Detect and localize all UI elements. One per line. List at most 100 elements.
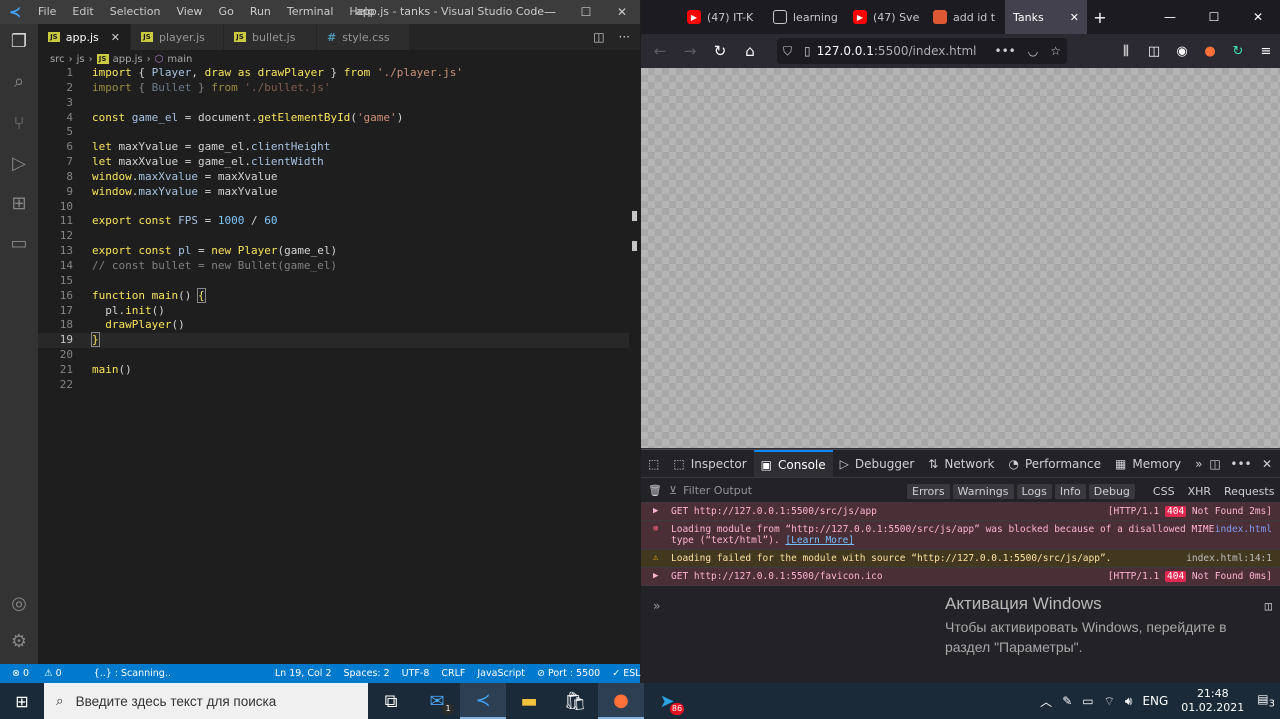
filter-css-button[interactable]: CSS <box>1148 484 1180 499</box>
account-icon[interactable]: ◉ <box>1168 44 1196 59</box>
filter-output-input[interactable]: ⊻ Filter Output <box>669 484 752 497</box>
status-live-server-port[interactable]: ⊘ Port : 5500 <box>531 668 606 679</box>
tab-style-css[interactable]: # style.css <box>317 24 410 50</box>
browser-tab[interactable]: learning <box>765 0 845 34</box>
dock-icon[interactable]: ◫ <box>1202 457 1228 471</box>
tray-chevron-up-icon[interactable]: ︿ <box>1035 693 1057 710</box>
minimize-icon[interactable]: — <box>532 0 568 24</box>
close-devtools-icon[interactable]: ✕ <box>1254 457 1280 471</box>
expand-triangle-icon[interactable]: ▶ <box>653 506 658 516</box>
maximize-icon[interactable]: ☐ <box>568 0 604 24</box>
clear-console-trash-icon[interactable]: 🗑︎ <box>641 484 669 497</box>
clock[interactable]: 21:48 01.02.2021 <box>1173 687 1252 715</box>
sidebar-icon[interactable]: ◫ <box>1140 44 1168 59</box>
editor-mode-icon[interactable]: ◫ <box>1265 599 1272 613</box>
source-control-icon[interactable]: ⑂ <box>7 112 31 136</box>
tab-player-js[interactable]: JS player.js <box>131 24 224 50</box>
tab-console[interactable]: ▣ Console <box>753 449 833 478</box>
menu-terminal[interactable]: Terminal <box>279 0 342 24</box>
taskbar-search-box[interactable]: ⌕ Введите здесь текст для поиска <box>44 683 368 719</box>
home-icon[interactable]: ⌂ <box>735 42 765 60</box>
explorer-icon[interactable]: ❐ <box>7 30 31 54</box>
new-tab-icon[interactable]: + <box>1087 8 1113 27</box>
console-message[interactable]: ▶ GET http://127.0.0.1:5500/favicon.ico … <box>641 568 1280 586</box>
volume-icon[interactable]: 🔊︎ <box>1120 694 1138 709</box>
tab-debugger[interactable]: ▷ Debugger <box>833 450 922 478</box>
page-info-icon[interactable]: ▯ <box>804 44 811 58</box>
library-icon[interactable]: ⫼ <box>1112 44 1140 59</box>
console-message[interactable]: ▶ GET http://127.0.0.1:5500/src/js/app [… <box>641 503 1280 521</box>
task-view-icon[interactable]: ⧉ <box>368 683 414 719</box>
source-link[interactable]: index.html:14:1 <box>1186 553 1272 564</box>
telegram-icon[interactable]: ➤ 86 <box>644 683 690 719</box>
breadcrumb-js[interactable]: js <box>77 54 85 65</box>
filter-info-button[interactable]: Info <box>1054 483 1086 499</box>
code-editor[interactable]: 1 import { Player, draw as drawPlayer } f… <box>38 66 630 660</box>
tab-memory[interactable]: ▦ Memory <box>1108 450 1188 478</box>
mail-app-icon[interactable]: ✉ 1 <box>414 683 460 719</box>
close-icon[interactable]: ✕ <box>604 0 640 24</box>
status-indentation[interactable]: Spaces: 2 <box>338 668 396 679</box>
bookmark-star-icon[interactable]: ☆ <box>1050 44 1061 58</box>
status-scanning[interactable]: {..} : Scanning.. <box>88 668 177 679</box>
menu-view[interactable]: View <box>168 0 210 24</box>
store-icon[interactable]: 🛍︎ <box>552 683 598 719</box>
breadcrumb-file[interactable]: app.js <box>113 54 143 65</box>
url-bar[interactable]: ⛉ ▯ 127.0.0.1:5500/index.html ••• ◡ ☆ <box>777 38 1067 64</box>
settings-gear-icon[interactable]: ⚙ <box>7 630 31 654</box>
tab-performance[interactable]: ◔ Performance <box>1001 450 1108 478</box>
browser-tab-active[interactable]: Tanks ✕ <box>1005 0 1087 34</box>
page-actions-icon[interactable]: ••• <box>995 44 1016 58</box>
editor-scrollbar[interactable] <box>629 66 640 660</box>
game-canvas[interactable] <box>641 68 1280 448</box>
learn-more-link[interactable]: [Learn More] <box>785 535 854 546</box>
breadcrumb-symbol[interactable]: main <box>167 54 192 65</box>
forward-arrow-icon[interactable]: → <box>675 42 705 60</box>
filter-errors-button[interactable]: Errors <box>907 483 950 499</box>
battery-icon[interactable]: ▭ <box>1077 694 1098 708</box>
status-eol[interactable]: CRLF <box>435 668 471 679</box>
menu-selection[interactable]: Selection <box>102 0 169 24</box>
status-problems[interactable]: ⊗ 0 ⚠ 0 <box>0 668 74 679</box>
tracking-shield-icon[interactable]: ⛉ <box>783 44 792 59</box>
extension-icon[interactable]: ↻ <box>1224 44 1252 59</box>
browser-tab[interactable]: ▶ (47) Sve <box>845 0 925 34</box>
reload-icon[interactable]: ↻ <box>705 42 735 60</box>
expand-triangle-icon[interactable]: ▶ <box>653 571 658 581</box>
tab-app-js[interactable]: JS app.js ✕ <box>38 24 131 50</box>
action-center-icon[interactable]: ▤3 <box>1252 692 1280 709</box>
language-indicator[interactable]: ENG <box>1137 694 1173 708</box>
windows-start-icon[interactable]: ⊞ <box>0 683 44 719</box>
more-options-icon[interactable]: ••• <box>1228 457 1254 471</box>
menu-run[interactable]: Run <box>242 0 279 24</box>
tab-network[interactable]: ⇅ Network <box>921 450 1001 478</box>
split-editor-icon[interactable]: ◫ <box>593 30 604 44</box>
element-picker-icon[interactable]: ⬚ <box>641 450 666 478</box>
tab-bullet-js[interactable]: JS bullet.js <box>224 24 317 50</box>
menu-go[interactable]: Go <box>211 0 242 24</box>
browser-tab[interactable]: add id t <box>925 0 1005 34</box>
live-share-icon[interactable]: ▭ <box>7 232 31 256</box>
pocket-icon[interactable]: ◡ <box>1028 44 1038 58</box>
firefox-taskbar-icon[interactable]: ● <box>598 683 644 719</box>
extensions-icon[interactable]: ⊞ <box>7 192 31 216</box>
filter-warnings-button[interactable]: Warnings <box>952 483 1014 499</box>
source-link[interactable]: index.html <box>1215 524 1272 535</box>
breadcrumb-src[interactable]: src <box>50 54 65 65</box>
status-encoding[interactable]: UTF-8 <box>396 668 436 679</box>
close-tab-icon[interactable]: ✕ <box>111 31 120 44</box>
account-icon[interactable]: ◎ <box>7 592 31 616</box>
search-icon[interactable]: ⌕ <box>7 70 31 94</box>
close-tab-icon[interactable]: ✕ <box>1070 11 1079 24</box>
back-arrow-icon[interactable]: ← <box>645 42 675 60</box>
filter-requests-button[interactable]: Requests <box>1219 484 1279 499</box>
console-input[interactable]: » <box>653 599 660 613</box>
tab-inspector[interactable]: ⬚ Inspector <box>666 450 753 478</box>
minimize-icon[interactable]: — <box>1148 0 1192 34</box>
more-actions-icon[interactable]: ··· <box>619 30 630 44</box>
pen-icon[interactable]: ✎ <box>1057 694 1077 708</box>
run-debug-icon[interactable]: ▷ <box>7 152 31 176</box>
maximize-icon[interactable]: ☐ <box>1192 0 1236 34</box>
close-icon[interactable]: ✕ <box>1236 0 1280 34</box>
browser-tab[interactable]: ▶ (47) IT-K <box>641 0 765 34</box>
